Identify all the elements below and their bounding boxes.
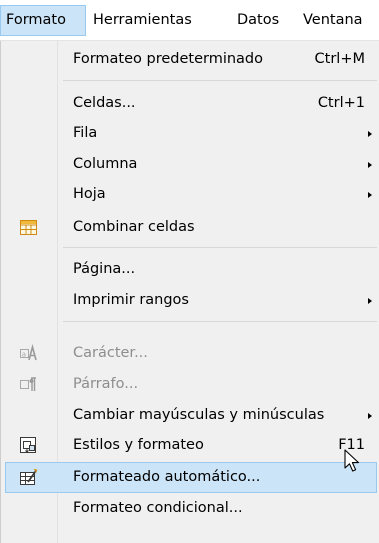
menu-separator [63,80,377,81]
submenu-arrow-icon [368,192,372,198]
menu-herramientas[interactable]: Herramientas [87,5,230,36]
menu-item-label: Imprimir rangos [73,292,189,308]
menu-ventana[interactable]: Ventana [297,5,379,36]
menu-item-fila[interactable]: Fila [5,118,377,149]
menu-item-label: Página... [73,261,136,277]
menu-item-label: Columna [73,156,138,172]
mouse-pointer-icon [344,449,360,472]
paragraph-icon [20,377,36,391]
menu-ventana-label: Ventana [303,12,363,28]
menu-item-cambiar-mayusculas[interactable]: Cambiar mayúsculas y minúsculas [5,400,377,431]
menu-item-pagina[interactable]: Página... [5,254,377,285]
menu-item-hoja[interactable]: Hoja [5,179,377,210]
menu-item-formateado-automatico[interactable]: Formateado automático... [5,462,377,493]
merge-cells-icon [20,220,37,235]
menu-item-formateo-condicional[interactable]: Formateo condicional... [5,493,377,524]
menu-formato-label: Formato [6,12,66,28]
formato-dropdown-menu: Formateo predeterminado Ctrl+M Celdas...… [0,41,379,543]
menu-item-label: Combinar celdas [73,219,195,235]
menu-item-combinar-celdas[interactable]: Combinar celdas [5,212,377,243]
menu-item-celdas[interactable]: Celdas... Ctrl+1 [5,88,377,119]
submenu-arrow-icon [368,298,372,304]
menu-separator [63,247,377,248]
menu-datos-label: Datos [237,12,280,28]
menu-item-imprimir-rangos[interactable]: Imprimir rangos [5,285,377,316]
menu-item-label: Fila [73,125,98,141]
styles-icon [20,437,36,453]
menu-item-parrafo: Párrafo... [5,369,377,400]
menu-item-shortcut: Ctrl+M [314,51,365,67]
submenu-arrow-icon [368,162,372,168]
autoformat-icon [20,468,38,485]
submenu-arrow-icon [368,131,372,137]
menu-item-label: Formateo predeterminado [73,51,264,67]
menu-item-label: Formateo condicional... [73,500,243,516]
menu-item-label: Celdas... [73,95,136,111]
menu-item-label: Hoja [73,186,106,202]
menu-item-label: Carácter... [73,345,148,361]
menu-bar: Formato Herramientas Datos Ventana [0,0,379,41]
menu-item-label: Estilos y formateo [73,437,204,453]
menu-item-columna[interactable]: Columna [5,149,377,180]
menu-item-formateo-predeterminado[interactable]: Formateo predeterminado Ctrl+M [5,44,377,75]
menu-item-label: Cambiar mayúsculas y minúsculas [73,407,325,423]
character-icon: a [20,344,37,361]
menu-formato[interactable]: Formato [0,5,86,36]
menu-herramientas-label: Herramientas [93,12,192,28]
submenu-arrow-icon [368,413,372,419]
menu-item-estilos-formateo[interactable]: Estilos y formateo F11 [5,430,377,461]
menu-separator [63,321,377,322]
menu-item-caracter: a Carácter... [5,338,377,369]
menu-item-label: Formateado automático... [73,469,261,485]
menu-datos[interactable]: Datos [231,5,296,36]
svg-text:a: a [22,350,26,358]
menu-item-label: Párrafo... [73,376,139,392]
menu-item-shortcut: Ctrl+1 [317,95,365,111]
